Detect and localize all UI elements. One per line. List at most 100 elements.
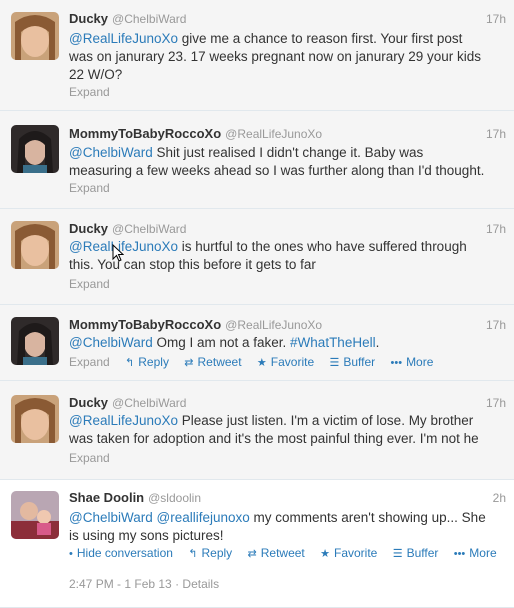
tweet-text: @ChelbiWard Omg I am not a faker. #WhatT… <box>69 334 506 352</box>
avatar[interactable] <box>11 221 59 269</box>
buffer-icon: ☰ <box>392 548 403 560</box>
tweet-actions: Expand <box>69 450 110 466</box>
expand-link[interactable]: Expand <box>69 85 110 99</box>
tweet-text-line: was taken for adoption and it's the most… <box>69 431 479 446</box>
tweet[interactable]: MommyToBabyRoccoXo @RealLifeJunoXo 17h @C… <box>0 111 514 209</box>
tweet-text-line: Omg I am not a faker. <box>152 335 291 350</box>
tweet-header: Ducky @ChelbiWard 17h <box>69 220 506 238</box>
retweet-label: Retweet <box>197 355 242 369</box>
avatar[interactable] <box>11 125 59 173</box>
display-name[interactable]: Ducky <box>69 11 108 26</box>
retweet-label: Retweet <box>260 546 305 560</box>
timestamp[interactable]: 17h <box>486 316 506 334</box>
timestamp[interactable]: 17h <box>486 125 506 143</box>
reply-button[interactable]: ↰ Reply <box>188 546 232 560</box>
favorite-button[interactable]: ★ Favorite <box>257 355 314 369</box>
more-dots-icon: ••• <box>390 357 403 369</box>
tweet-text-line: my comments aren't showing up... She <box>249 510 486 525</box>
more-button[interactable]: ••• More <box>454 546 497 560</box>
reply-button[interactable]: ↰ Reply <box>125 355 169 369</box>
mention-link[interactable]: @ChelbiWard <box>69 145 153 160</box>
mention-link[interactable]: @reallifejunoxo <box>157 510 250 525</box>
mouse-cursor-icon <box>112 244 124 262</box>
retweet-icon: ⇄ <box>184 357 194 369</box>
display-name[interactable]: Ducky <box>69 395 108 410</box>
tweet-header: MommyToBabyRoccoXo @RealLifeJunoXo 17h <box>69 316 506 334</box>
tweet-text: @ChelbiWard @reallifejunoxo my comments … <box>69 509 506 545</box>
tweet[interactable]: Ducky @ChelbiWard 17h @RealLifeJunoXo Ple… <box>0 381 514 480</box>
tweet[interactable]: Ducky @ChelbiWard 17h @RealLifeJunoXo giv… <box>0 0 514 111</box>
avatar[interactable] <box>11 317 59 365</box>
avatar[interactable] <box>11 491 59 539</box>
username[interactable]: @ChelbiWard <box>112 396 186 410</box>
details-link[interactable]: Details <box>182 577 219 591</box>
tweet-actions: Expand <box>69 180 110 196</box>
tweet[interactable]: Ducky @ChelbiWard 17h @RealLifeJunoXo is … <box>0 209 514 305</box>
username[interactable]: @ChelbiWard <box>112 12 186 26</box>
display-name[interactable]: MommyToBabyRoccoXo <box>69 126 221 141</box>
mention-link[interactable]: @ChelbiWard <box>69 510 153 525</box>
avatar[interactable] <box>11 12 59 60</box>
favorite-button[interactable]: ★ Favorite <box>320 546 377 560</box>
buffer-button[interactable]: ☰ Buffer <box>393 546 439 560</box>
expand-link[interactable]: Expand <box>69 355 110 369</box>
display-name[interactable]: Shae Doolin <box>69 490 144 505</box>
expand-link[interactable]: Expand <box>69 181 110 195</box>
tweet-header: Ducky @ChelbiWard 17h <box>69 394 506 412</box>
reply-icon: ↰ <box>188 548 198 560</box>
mention-link[interactable]: @RealLifeJunoXo <box>69 413 178 428</box>
tweet-text-line: . <box>375 335 380 350</box>
tweet-text-line: was on janurary 23. 17 weeks pregnant no… <box>69 49 481 64</box>
tweet-text-line: measuring a few weeks ahead so I was fur… <box>69 163 485 178</box>
tweet-text-line: Shit just realised I didn't change it. B… <box>152 145 424 160</box>
buffer-label: Buffer <box>343 355 376 369</box>
full-timestamp[interactable]: 2:47 PM - 1 Feb 13 <box>69 577 172 591</box>
tweet-header: Shae Doolin @sldoolin 2h <box>69 489 506 507</box>
username[interactable]: @ChelbiWard <box>112 222 186 236</box>
buffer-icon: ☰ <box>329 357 340 369</box>
tweet-actions: Expand <box>69 84 110 100</box>
tweet-text: @RealLifeJunoXo give me a chance to reas… <box>69 30 506 84</box>
tweet-text-line: Please just listen. I'm a victim of lose… <box>178 413 474 428</box>
star-icon: ★ <box>256 357 267 369</box>
tweet-actions: Expand ↰ Reply ⇄ Retweet ★ Favorite ☰ Buffer… <box>69 354 433 370</box>
tweet-actions: • Hide conversation ↰ Reply ⇄ Retweet ★ Favo… <box>69 545 497 561</box>
retweet-button[interactable]: ⇄ Retweet <box>184 355 241 369</box>
hide-conversation-button[interactable]: • Hide conversation <box>69 546 173 560</box>
more-label: More <box>469 546 497 560</box>
username[interactable]: @RealLifeJunoXo <box>225 318 322 332</box>
expand-link[interactable]: Expand <box>69 451 110 465</box>
buffer-button[interactable]: ☰ Buffer <box>329 355 375 369</box>
expand-link[interactable]: Expand <box>69 277 110 291</box>
username[interactable]: @sldoolin <box>148 491 201 505</box>
tweet-actions: Expand <box>69 276 110 292</box>
username[interactable]: @RealLifeJunoXo <box>225 127 322 141</box>
tweet[interactable]: MommyToBabyRoccoXo @RealLifeJunoXo 17h @C… <box>0 305 514 381</box>
tweet-text: @RealLifeJunoXo is hurtful to the ones w… <box>69 238 506 274</box>
hashtag-link[interactable]: #WhatTheHell <box>290 335 376 350</box>
mention-link[interactable]: @RealLifeJunoXo <box>69 31 178 46</box>
more-dots-icon: ••• <box>453 548 466 560</box>
mention-link[interactable]: @ChelbiWard <box>69 335 153 350</box>
tweet-text: @ChelbiWard Shit just realised I didn't … <box>69 144 506 180</box>
timestamp[interactable]: 17h <box>486 394 506 412</box>
reply-label: Reply <box>201 546 233 560</box>
timestamp[interactable]: 17h <box>486 220 506 238</box>
more-label: More <box>406 355 434 369</box>
timestamp[interactable]: 17h <box>486 10 506 28</box>
tweet-text-line: 22 W/O? <box>69 67 123 82</box>
avatar[interactable] <box>11 395 59 443</box>
retweet-button[interactable]: ⇄ Retweet <box>248 546 305 560</box>
hide-icon: • <box>69 548 73 560</box>
buffer-label: Buffer <box>406 546 439 560</box>
timestamp[interactable]: 2h <box>493 489 506 507</box>
meta-separator: · <box>175 577 180 591</box>
tweet-meta: 2:47 PM - 1 Feb 13 · Details <box>69 577 219 591</box>
tweet-expanded[interactable]: Shae Doolin @sldoolin 2h @ChelbiWard @rea… <box>0 480 514 608</box>
display-name[interactable]: Ducky <box>69 221 108 236</box>
favorite-label: Favorite <box>333 546 378 560</box>
favorite-label: Favorite <box>270 355 315 369</box>
display-name[interactable]: MommyToBabyRoccoXo <box>69 317 221 332</box>
more-button[interactable]: ••• More <box>391 355 434 369</box>
retweet-icon: ⇄ <box>247 548 257 560</box>
